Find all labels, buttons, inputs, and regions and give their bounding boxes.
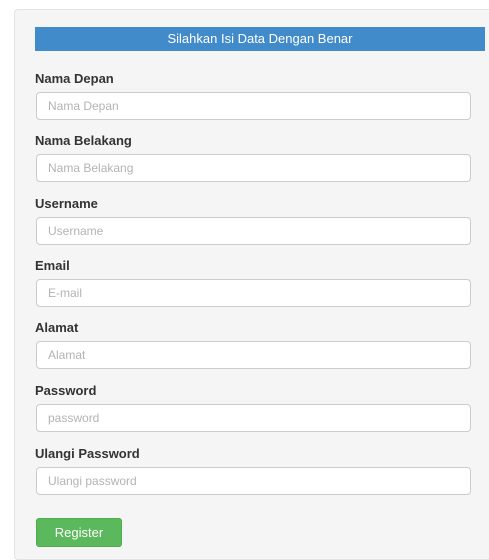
address-input[interactable] (36, 341, 471, 369)
username-group: Username (35, 196, 471, 245)
email-group: Email (35, 258, 471, 307)
confirm-password-group: Ulangi Password (35, 446, 471, 495)
last-name-label: Nama Belakang (35, 133, 132, 148)
address-group: Alamat (35, 320, 471, 369)
registration-panel: Silahkan Isi Data Dengan Benar Nama Depa… (14, 9, 489, 560)
confirm-password-label: Ulangi Password (35, 446, 140, 461)
register-button[interactable]: Register (36, 518, 122, 547)
username-input[interactable] (36, 217, 471, 245)
form-header: Silahkan Isi Data Dengan Benar (35, 27, 485, 51)
last-name-input[interactable] (36, 154, 471, 182)
username-label: Username (35, 196, 98, 211)
first-name-group: Nama Depan (35, 71, 471, 120)
email-input[interactable] (36, 279, 471, 307)
password-group: Password (35, 383, 471, 432)
confirm-password-input[interactable] (36, 467, 471, 495)
address-label: Alamat (35, 320, 79, 335)
password-input[interactable] (36, 404, 471, 432)
email-label: Email (35, 258, 70, 273)
first-name-input[interactable] (36, 92, 471, 120)
password-label: Password (35, 383, 97, 398)
last-name-group: Nama Belakang (35, 133, 471, 182)
first-name-label: Nama Depan (35, 71, 114, 86)
